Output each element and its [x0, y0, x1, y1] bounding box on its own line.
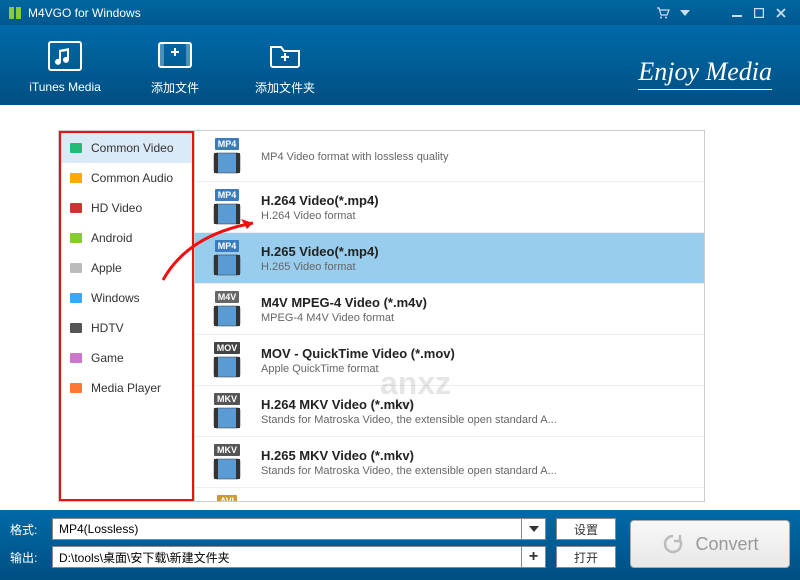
format-icon: MKV [205, 392, 249, 430]
output-browse-button[interactable]: + [522, 546, 546, 568]
format-title: H.264 Video(*.mp4) [261, 193, 379, 208]
app-title: M4VGO for Windows [28, 6, 652, 20]
format-icon: MOV [205, 341, 249, 379]
category-label: Common Audio [91, 171, 173, 185]
folder-plus-icon [262, 35, 308, 75]
category-icon [69, 321, 83, 335]
category-label: Game [91, 351, 124, 365]
category-label: Android [91, 231, 132, 245]
music-note-icon [42, 36, 88, 76]
format-item[interactable]: AVIAVI Video (*.avi)AVI Video format [195, 488, 704, 501]
refresh-icon [661, 532, 685, 556]
category-item[interactable]: HD Video [61, 193, 192, 223]
enjoy-media-slogan: Enjoy Media [638, 57, 772, 90]
format-title: MOV - QuickTime Video (*.mov) [261, 346, 455, 361]
category-icon [69, 141, 83, 155]
category-label: Apple [91, 261, 122, 275]
format-title: M4V MPEG-4 Video (*.m4v) [261, 295, 427, 310]
format-icon: MP4 [205, 188, 249, 226]
category-label: Media Player [91, 381, 161, 395]
category-icon [69, 291, 83, 305]
cart-icon[interactable] [652, 5, 674, 21]
toolbar-item-label: iTunes Media [10, 80, 120, 94]
add-file-button[interactable]: 添加文件 [120, 35, 230, 96]
format-icon: AVI [205, 494, 249, 501]
format-title: H.265 Video(*.mp4) [261, 244, 379, 259]
category-list: Common Video Common Audio HD Video Android A… [59, 131, 194, 501]
category-icon [69, 381, 83, 395]
format-item[interactable]: MP4 MP4 Video format with lossless qualit… [195, 131, 704, 182]
format-item[interactable]: MOV MOV - QuickTime Video (*.mov) Apple Qu… [195, 335, 704, 386]
format-item[interactable]: MKV H.265 MKV Video (*.mkv) Stands for Mat… [195, 437, 704, 488]
settings-button[interactable]: 设置 [556, 518, 616, 540]
bottom-bar: 格式: MP4(Lossless) 设置 输出: D:\tools\桌面\安下载… [0, 510, 800, 580]
format-field[interactable]: MP4(Lossless) [52, 518, 522, 540]
format-item[interactable]: MP4 H.265 Video(*.mp4) H.265 Video format [195, 233, 704, 284]
maximize-button[interactable] [748, 5, 770, 21]
category-label: Common Video [91, 141, 174, 155]
format-subtitle: Stands for Matroska Video, the extensibl… [261, 465, 557, 477]
format-icon: MP4 [205, 137, 249, 175]
open-button[interactable]: 打开 [556, 546, 616, 568]
category-icon [69, 351, 83, 365]
category-icon [69, 171, 83, 185]
format-subtitle: H.264 Video format [261, 210, 379, 222]
titlebar: M4VGO for Windows [0, 0, 800, 25]
format-subtitle: H.265 Video format [261, 261, 379, 273]
main-area: Common Video Common Audio HD Video Android A… [0, 105, 800, 510]
main-toolbar: iTunes Media 添加文件 添加文件夹 Enjoy Media [0, 25, 800, 105]
category-label: Windows [91, 291, 140, 305]
format-selection-panel: Common Video Common Audio HD Video Android A… [58, 130, 705, 502]
format-subtitle: MP4 Video format with lossless quality [261, 151, 449, 163]
category-icon [69, 231, 83, 245]
category-item[interactable]: HDTV [61, 313, 192, 343]
format-icon: MKV [205, 443, 249, 481]
format-title: H.264 MKV Video (*.mkv) [261, 397, 557, 412]
app-logo-icon [8, 6, 22, 20]
convert-label: Convert [695, 534, 758, 555]
format-title: H.265 MKV Video (*.mkv) [261, 448, 557, 463]
category-label: HDTV [91, 321, 124, 335]
format-label: 格式: [10, 521, 52, 538]
category-item[interactable]: Windows [61, 283, 192, 313]
chevron-down-icon [529, 526, 539, 532]
format-subtitle: Stands for Matroska Video, the extensibl… [261, 414, 557, 426]
convert-button[interactable]: Convert [630, 520, 790, 568]
film-plus-icon [152, 35, 198, 75]
format-item[interactable]: M4V M4V MPEG-4 Video (*.m4v) MPEG-4 M4V Vi… [195, 284, 704, 335]
category-item[interactable]: Common Video [61, 133, 192, 163]
format-title: AVI Video (*.avi) [261, 499, 360, 502]
format-dropdown-button[interactable] [522, 518, 546, 540]
toolbar-item-label: 添加文件夹 [230, 79, 340, 96]
format-item[interactable]: MKV H.264 MKV Video (*.mkv) Stands for Mat… [195, 386, 704, 437]
category-label: HD Video [91, 201, 142, 215]
dropdown-icon[interactable] [674, 5, 696, 21]
format-item[interactable]: MP4 H.264 Video(*.mp4) H.264 Video format [195, 182, 704, 233]
category-item[interactable]: Apple [61, 253, 192, 283]
category-item[interactable]: Android [61, 223, 192, 253]
format-subtitle: MPEG-4 M4V Video format [261, 312, 427, 324]
toolbar-item-label: 添加文件 [120, 79, 230, 96]
format-icon: M4V [205, 290, 249, 328]
add-folder-button[interactable]: 添加文件夹 [230, 35, 340, 96]
category-item[interactable]: Media Player [61, 373, 192, 403]
itunes-media-button[interactable]: iTunes Media [10, 36, 120, 94]
format-list[interactable]: MP4 MP4 Video format with lossless qualit… [194, 131, 704, 501]
category-icon [69, 261, 83, 275]
category-icon [69, 201, 83, 215]
output-label: 输出: [10, 549, 52, 566]
format-subtitle: Apple QuickTime format [261, 363, 455, 375]
minimize-button[interactable] [726, 5, 748, 21]
category-item[interactable]: Common Audio [61, 163, 192, 193]
category-item[interactable]: Game [61, 343, 192, 373]
output-field[interactable]: D:\tools\桌面\安下载\新建文件夹 [52, 546, 522, 568]
close-button[interactable] [770, 5, 792, 21]
format-icon: MP4 [205, 239, 249, 277]
